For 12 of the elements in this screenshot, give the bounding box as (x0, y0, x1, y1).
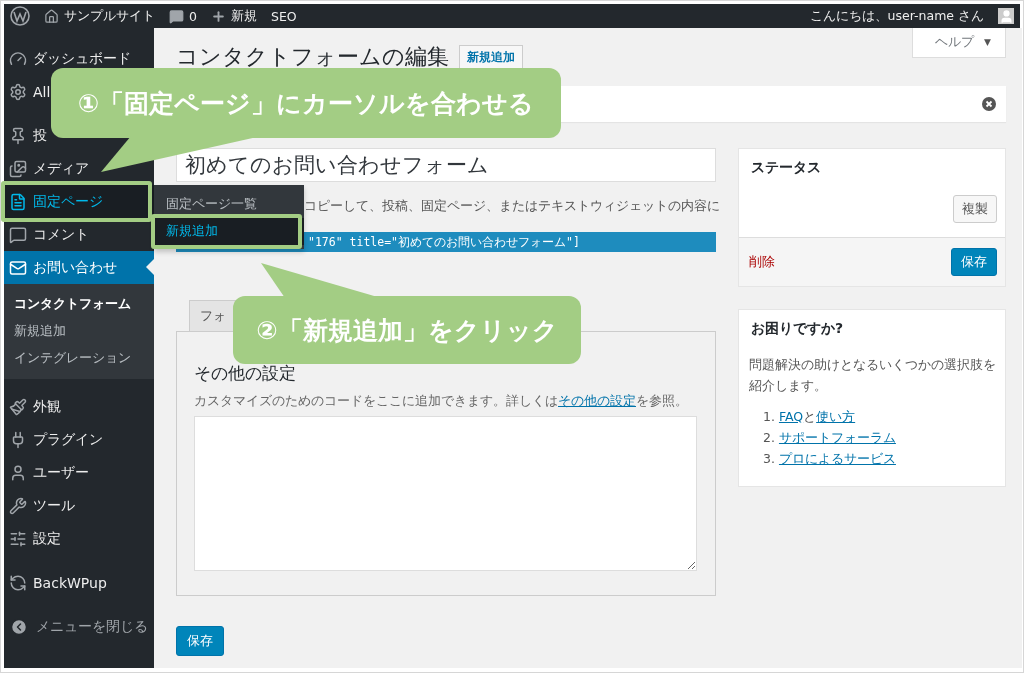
box-title: ステータス (750, 158, 822, 177)
help-text: と (803, 408, 817, 426)
list-number: 3. (763, 450, 775, 468)
shortcode-note: コピーして、投稿、固定ページ、またはテキストウィジェットの内容に (304, 198, 720, 215)
callout-tooltip: ②「新規追加」をクリック (233, 263, 581, 365)
list-number: 1. (763, 408, 775, 426)
section-description: カスタマイズのためのコードをここに追加できます。詳しくはその他の設定を参照。 (194, 393, 689, 410)
section-heading: その他の設定 (194, 362, 297, 385)
help-text: 問題解決の助けとなるいくつかの選択肢を紹介します。 (749, 356, 997, 396)
box-title: お困りですか? (750, 319, 845, 338)
list-number: 2. (763, 429, 775, 447)
page-title: コンタクトフォームの編集 (176, 43, 449, 71)
